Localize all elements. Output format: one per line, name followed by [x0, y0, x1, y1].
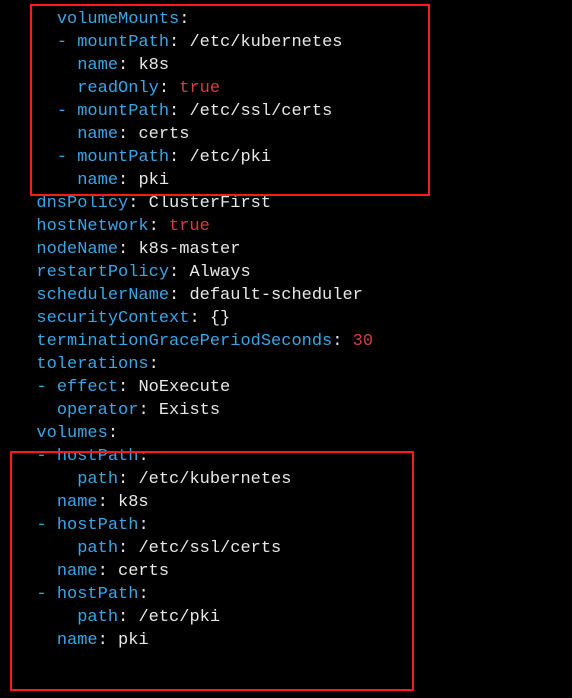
code-line: restartPolicy: Always	[0, 261, 572, 284]
code-line: schedulerName: default-scheduler	[0, 284, 572, 307]
code-line: name: k8s	[0, 491, 572, 514]
code-line: terminationGracePeriodSeconds: 30	[0, 330, 572, 353]
code-line: path: /etc/pki	[0, 606, 572, 629]
code-line: path: /etc/kubernetes	[0, 468, 572, 491]
code-line: name: k8s	[0, 54, 572, 77]
code-line: name: certs	[0, 560, 572, 583]
code-line: volumeMounts:	[0, 8, 572, 31]
code-line: - mountPath: /etc/kubernetes	[0, 31, 572, 54]
code-line: tolerations:	[0, 353, 572, 376]
code-line: dnsPolicy: ClusterFirst	[0, 192, 572, 215]
code-line: nodeName: k8s-master	[0, 238, 572, 261]
code-line: name: certs	[0, 123, 572, 146]
code-line: operator: Exists	[0, 399, 572, 422]
code-line: - mountPath: /etc/ssl/certs	[0, 100, 572, 123]
code-line: securityContext: {}	[0, 307, 572, 330]
code-line: - hostPath:	[0, 514, 572, 537]
code-line: - effect: NoExecute	[0, 376, 572, 399]
code-line: - hostPath:	[0, 583, 572, 606]
code-line: volumes:	[0, 422, 572, 445]
code-line: path: /etc/ssl/certs	[0, 537, 572, 560]
code-line: name: pki	[0, 629, 572, 652]
code-line: - mountPath: /etc/pki	[0, 146, 572, 169]
code-line: - hostPath:	[0, 445, 572, 468]
code-line: hostNetwork: true	[0, 215, 572, 238]
code-line: readOnly: true	[0, 77, 572, 100]
yaml-code-block: volumeMounts: - mountPath: /etc/kubernet…	[0, 0, 572, 652]
code-line: name: pki	[0, 169, 572, 192]
